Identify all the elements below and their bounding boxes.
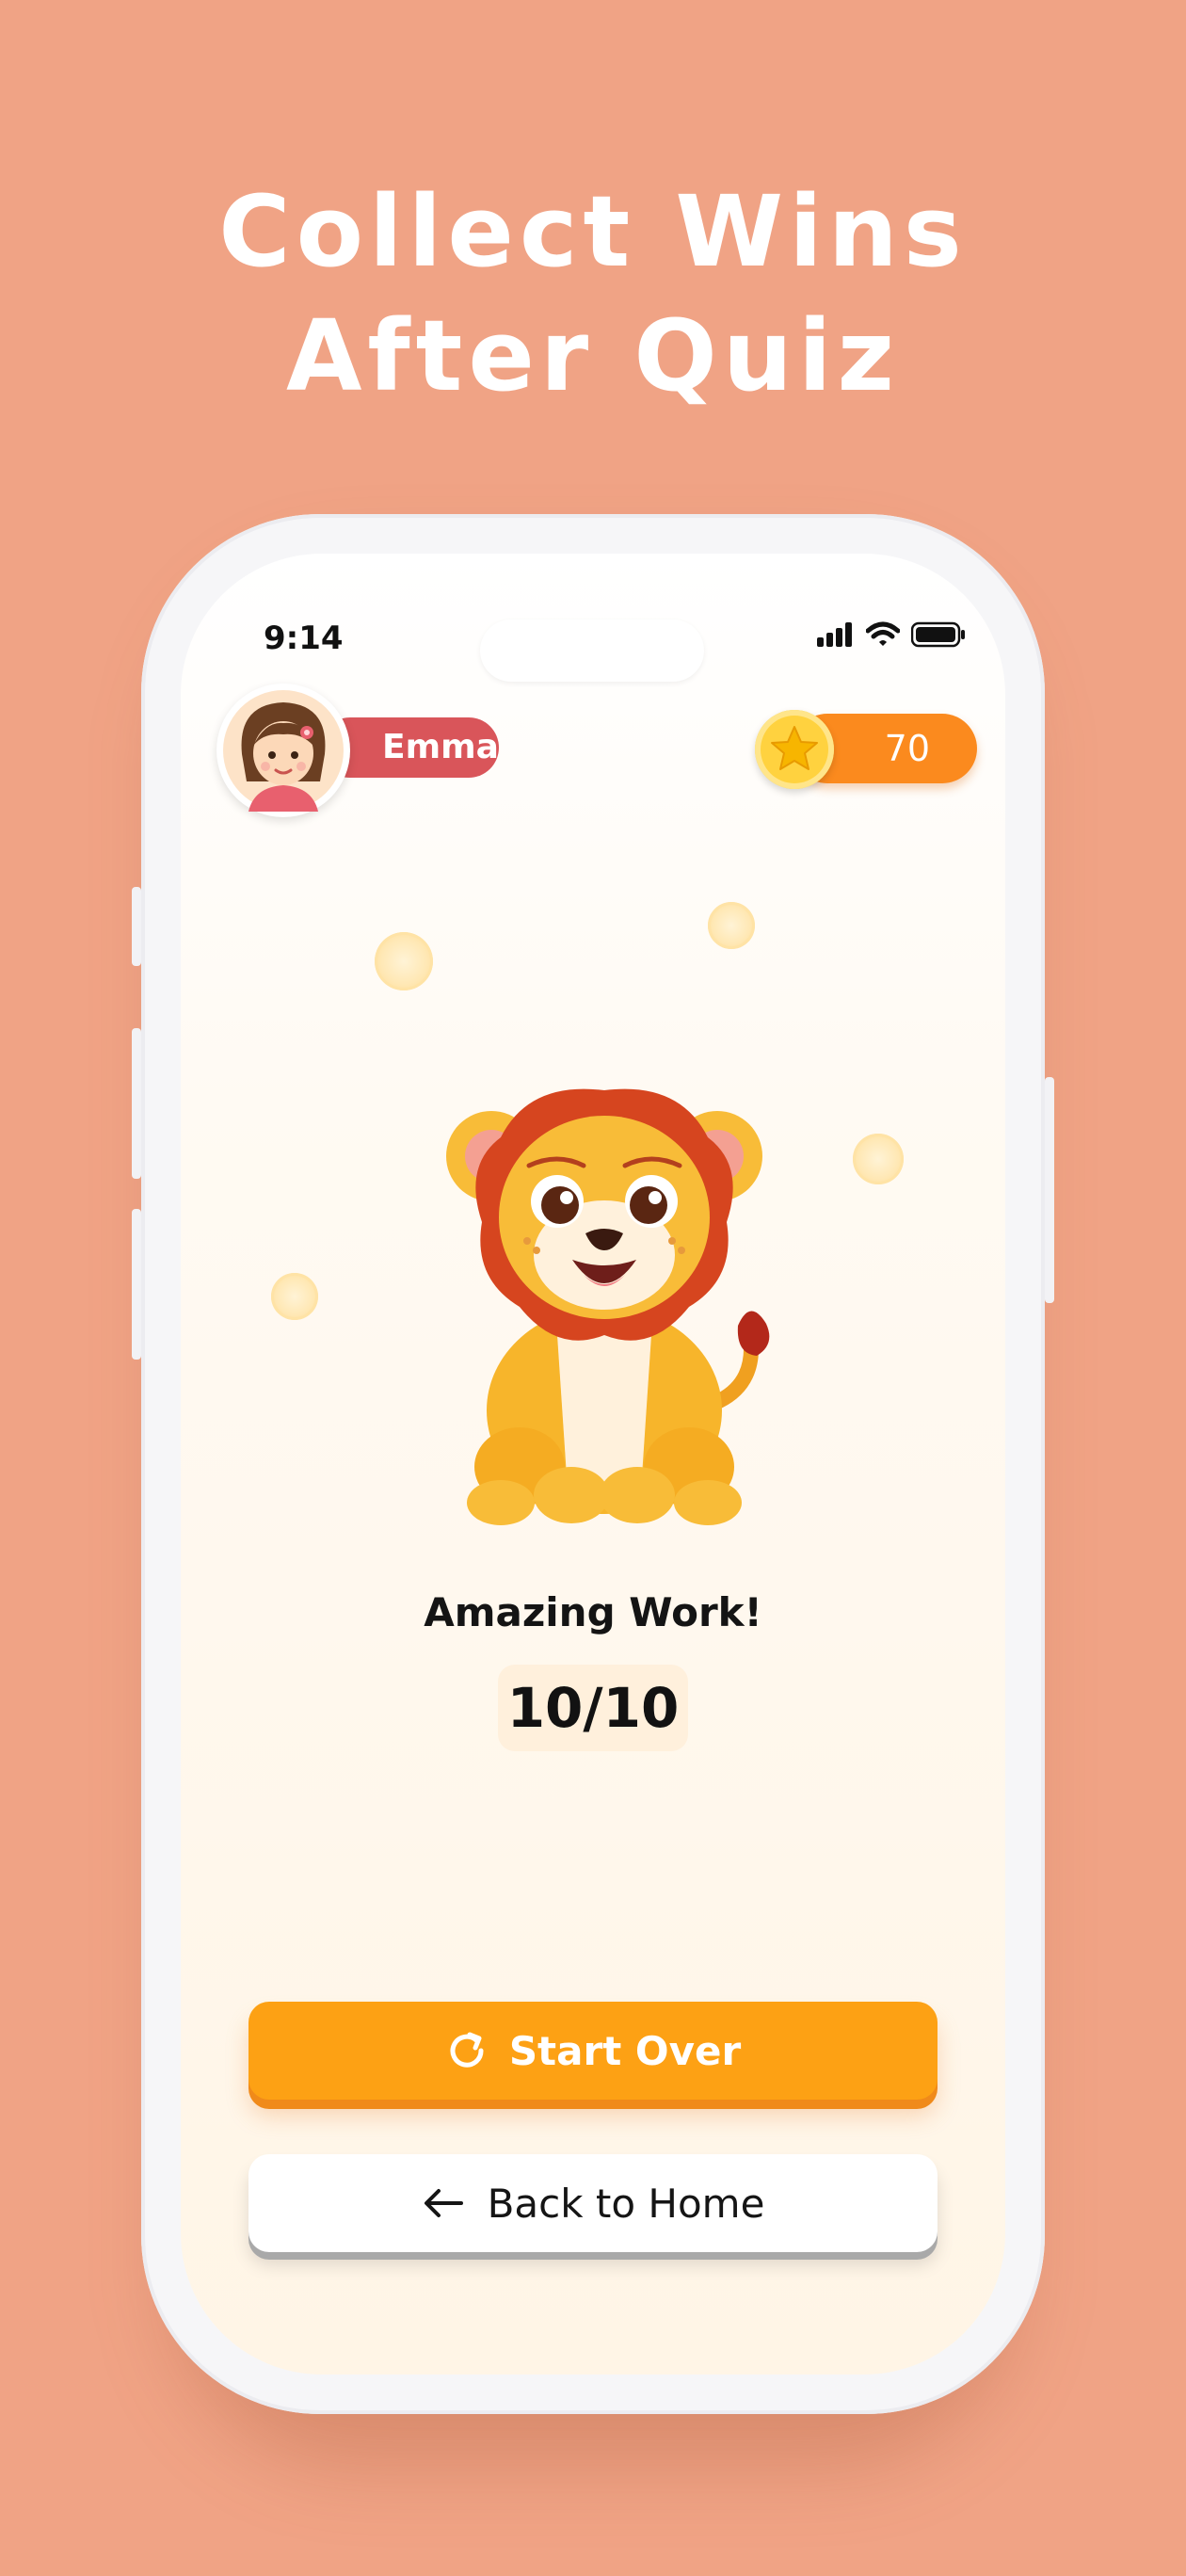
headline: Collect Wins After Quiz — [0, 169, 1186, 418]
avatar[interactable] — [216, 684, 350, 817]
volume-up-button — [132, 1028, 141, 1179]
girl-avatar-icon — [223, 690, 344, 812]
profile-badge[interactable]: Emma — [216, 684, 574, 817]
sparkle-bubble — [271, 1273, 318, 1320]
start-over-button[interactable]: Start Over — [248, 2002, 938, 2100]
signal-icon — [817, 622, 852, 647]
wifi-icon — [866, 621, 900, 646]
back-to-home-label: Back to Home — [487, 2180, 765, 2227]
status-icons — [817, 621, 966, 648]
sparkle-bubble — [853, 1134, 904, 1184]
arrow-left-icon — [424, 2189, 463, 2217]
back-to-home-button[interactable]: Back to Home — [248, 2154, 938, 2252]
status-time: 9:14 — [264, 620, 344, 657]
score-container: 10/10 — [181, 1665, 1005, 1751]
headline-line-1: Collect Wins — [218, 174, 968, 289]
star-coin-icon — [755, 710, 834, 789]
lion-mascot — [407, 1024, 802, 1533]
sparkle-bubble — [375, 932, 433, 990]
result-message: Amazing Work! — [424, 1589, 762, 1635]
mute-switch — [132, 887, 141, 966]
start-over-label: Start Over — [508, 2027, 742, 2074]
dynamic-island — [480, 620, 704, 682]
headline-line-2: After Quiz — [285, 298, 901, 413]
power-button — [1045, 1077, 1054, 1303]
phone-frame: 9:14 Emma 70 Amazing Work! 10/10 Start O… — [132, 514, 1054, 2414]
volume-down-button — [132, 1209, 141, 1360]
sparkle-bubble — [708, 902, 755, 949]
battery-icon — [911, 621, 965, 648]
coin-counter[interactable]: 70 — [755, 710, 977, 789]
restart-icon — [450, 2032, 484, 2068]
score-value: 10/10 — [497, 1665, 689, 1751]
screen: 9:14 Emma 70 Amazing Work! 10/10 Start O… — [181, 554, 1005, 2375]
